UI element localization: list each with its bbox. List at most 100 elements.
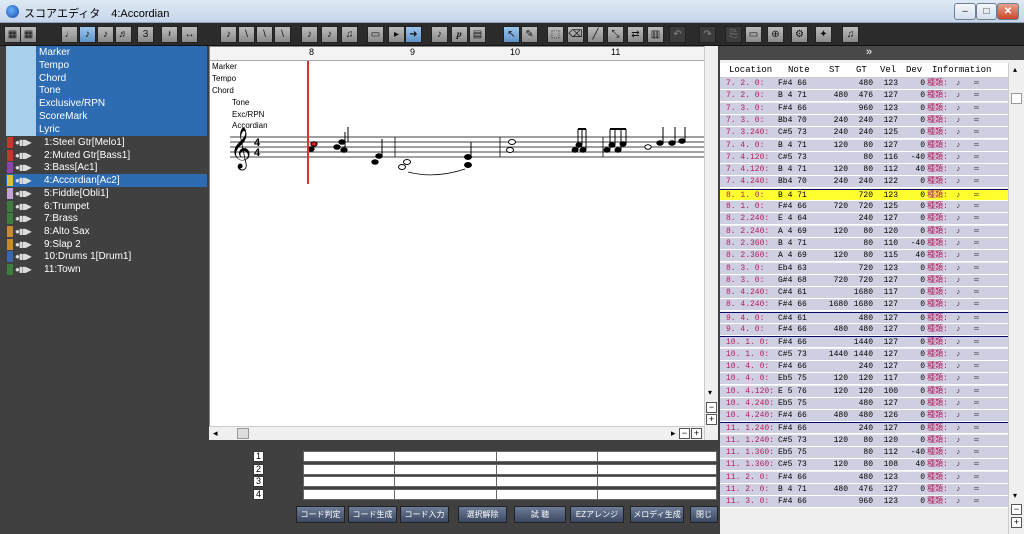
track-row[interactable]: ●▮▮▶ 8:Alto Sax — [6, 225, 207, 238]
minimize-button[interactable]: – — [954, 3, 976, 20]
maximize-button[interactable]: □ — [976, 3, 997, 20]
chord-input-row[interactable] — [303, 476, 717, 487]
zoom-in-button[interactable]: + — [706, 414, 717, 425]
track-row[interactable]: ●▮▮▶ 1:Steel Gtr[Melo1] — [6, 136, 207, 149]
settings-tool-button[interactable]: ⚙ — [791, 26, 808, 43]
note-tool-button[interactable]: ♪ — [301, 26, 318, 43]
track-row[interactable]: ●▮▮▶ 5:Fiddle[Obli1] — [6, 187, 207, 200]
note-entry-tool-button[interactable]: ♪ — [220, 26, 237, 43]
list-scroll-down-icon[interactable]: ▾ — [1013, 491, 1017, 500]
system-row-chord[interactable]: Chord — [6, 71, 207, 85]
event-row[interactable]: 7. 3. 0: Bb4 70 240 240 127 0 種類: ♪ ═ — [720, 114, 1008, 127]
track-mute-solo-icon[interactable]: ●▮▮▶ — [15, 136, 32, 149]
arrow-tool-button[interactable]: ➜ — [405, 26, 422, 43]
h-zoom-in-button[interactable]: + — [691, 428, 702, 439]
event-row[interactable]: 8. 4.240: C#4 61 1680 117 0 種類: ♪ ═ — [720, 287, 1008, 300]
col-vel[interactable]: Vel — [880, 63, 896, 78]
event-list[interactable]: 7. 2. 0: F#4 66 480 123 0 種類: ♪ ═ 7. 2. 0: B 4 71… — [720, 78, 1008, 534]
grid-tool-button[interactable]: ▦ — [20, 26, 37, 43]
playback-cursor[interactable] — [307, 61, 309, 184]
snap-tool-button[interactable]: ⤡ — [607, 26, 624, 43]
event-row[interactable]: 8. 2.240: E 4 64 240 127 0 種類: ♪ ═ — [720, 213, 1008, 226]
copy-tool-button[interactable]: ⎘ — [725, 26, 742, 43]
horizontal-scroll-thumb[interactable] — [237, 428, 249, 439]
arrow-box-tool-button[interactable]: ▸ — [388, 26, 405, 43]
track-row[interactable]: ●▮▮▶ 7:Brass — [6, 212, 207, 225]
h-zoom-out-button[interactable]: − — [679, 428, 690, 439]
box-tool-button[interactable]: ▭ — [367, 26, 384, 43]
list-zoom-in-button[interactable]: + — [1011, 517, 1022, 528]
event-row[interactable]: 11. 1.240: C#5 73 120 80 120 0 種類: ♪ ═ — [720, 434, 1008, 447]
track-mute-solo-icon[interactable]: ●▮▮▶ — [15, 263, 32, 276]
chord-input-row[interactable] — [303, 488, 717, 500]
list-zoom-out-button[interactable]: − — [1011, 504, 1022, 515]
event-row[interactable]: 10. 4.240: Eb5 75 480 127 0 種類: ♪ ═ — [720, 397, 1008, 410]
event-row[interactable]: 11. 1.240: F#4 66 240 127 0 種類: ♪ ═ — [720, 422, 1008, 435]
event-row[interactable]: 9. 4. 0: F#4 66 480 480 127 0 種類: ♪ ═ — [720, 324, 1008, 336]
event-row[interactable]: 7. 4.120: B 4 71 120 80 112 40 種類: ♪ ═ — [720, 164, 1008, 177]
undo-tool-button[interactable]: ↶ — [669, 26, 686, 43]
track-row[interactable]: ●▮▮▶ 9:Slap 2 — [6, 238, 207, 251]
event-row[interactable]: 10. 4.120: E 5 76 120 120 100 0 種類: ♪ ═ — [720, 385, 1008, 398]
system-row-lyric[interactable]: Lyric — [6, 122, 207, 136]
event-row[interactable]: 8. 1. 0: B 4 71 720 123 0 種類: ♪ ═ — [720, 188, 1008, 201]
event-row[interactable]: 11. 3. 0: F#4 66 960 123 0 種類: ♪ ═ — [720, 496, 1008, 509]
event-row[interactable]: 8. 2.360: B 4 71 80 110 -40 種類: ♪ ═ — [720, 237, 1008, 250]
redo-tool-button[interactable]: ↷ — [699, 26, 716, 43]
track-mute-solo-icon[interactable]: ●▮▮▶ — [15, 161, 32, 174]
track-row[interactable]: ●▮▮▶ 6:Trumpet — [6, 200, 207, 213]
track-mute-solo-icon[interactable]: ●▮▮▶ — [15, 200, 32, 213]
chord-action-button-8[interactable]: 閉じ — [690, 506, 718, 523]
grid-tool-button[interactable]: ▦ — [4, 26, 21, 43]
sixteenth-note-tool-button[interactable]: ♬ — [115, 26, 132, 43]
chord-action-button-3[interactable]: コード入力 — [400, 506, 449, 523]
chord-input-row[interactable] — [303, 451, 717, 462]
event-row[interactable]: 7. 4.240: Bb4 70 240 240 122 0 種類: ♪ ═ — [720, 176, 1008, 189]
eighth-note-tool-button[interactable]: ♪ — [79, 26, 96, 43]
event-row[interactable]: 7. 2. 0: B 4 71 480 476 127 0 種類: ♪ ═ — [720, 90, 1008, 103]
pen-tool-button[interactable]: ╱ — [587, 26, 604, 43]
track-mute-solo-icon[interactable]: ●▮▮▶ — [15, 149, 32, 162]
tools-tool-button[interactable]: ✦ — [815, 26, 832, 43]
event-row[interactable]: 8. 2.240: A 4 69 120 80 120 0 種類: ♪ ═ — [720, 225, 1008, 238]
event-row[interactable]: 11. 1.360: C#5 73 120 80 108 40 種類: ♪ ═ — [720, 459, 1008, 472]
track-row[interactable]: ●▮▮▶ 10:Drums 1[Drum1] — [6, 250, 207, 263]
event-list-scrollbar[interactable]: ▴ ▾ − + — [1008, 63, 1024, 534]
rest-tool-button[interactable]: 𝄽 — [161, 26, 178, 43]
system-row-tempo[interactable]: Tempo — [6, 58, 207, 72]
sound-tool-button[interactable]: ♫ — [842, 26, 859, 43]
page-tool-button[interactable]: ▤ — [469, 26, 486, 43]
event-row[interactable]: 11. 2. 0: B 4 71 480 476 127 0 種類: ♪ ═ — [720, 483, 1008, 496]
track-mute-solo-icon[interactable]: ●▮▮▶ — [15, 187, 32, 200]
score-tool-button[interactable]: ♪ — [431, 26, 448, 43]
event-row[interactable]: 10. 1. 0: C#5 73 1440 1440 127 0 種類: ♪ ═ — [720, 348, 1008, 361]
chord-action-button-5[interactable]: 試 聴 — [514, 506, 566, 523]
eraser-tool-button[interactable]: ⌫ — [567, 26, 584, 43]
list-scroll-thumb[interactable] — [1011, 93, 1022, 104]
event-row[interactable]: 8. 2.360: A 4 69 120 80 115 40 種類: ♪ ═ — [720, 250, 1008, 263]
zoom-out-button[interactable]: − — [706, 402, 717, 413]
track-mute-solo-icon[interactable]: ●▮▮▶ — [15, 238, 32, 251]
event-row[interactable]: 7. 3.240: C#5 73 240 240 125 0 種類: ♪ ═ — [720, 127, 1008, 140]
piano-tool-button[interactable]: 𝆏 — [451, 26, 468, 43]
close-button[interactable]: ✕ — [997, 3, 1019, 20]
col-location[interactable]: Location — [729, 63, 772, 78]
select-tool-button[interactable]: ⬚ — [547, 26, 564, 43]
zoom-tool-button[interactable]: ⊕ — [767, 26, 784, 43]
event-row[interactable]: 7. 2. 0: F#4 66 480 123 0 種類: ♪ ═ — [720, 78, 1008, 90]
event-row[interactable]: 8. 3. 0: Eb4 63 720 123 0 種類: ♪ ═ — [720, 262, 1008, 275]
event-row[interactable]: 11. 2. 0: F#4 66 480 123 0 種類: ♪ ═ — [720, 471, 1008, 484]
col-gt[interactable]: GT — [856, 63, 867, 78]
col-dev[interactable]: Dev — [906, 63, 922, 78]
event-row[interactable]: 10. 4. 0: Eb5 75 120 120 117 0 種類: ♪ ═ — [720, 373, 1008, 386]
col-st[interactable]: ST — [829, 63, 840, 78]
expand-icon[interactable]: » — [866, 46, 872, 59]
chord-action-button-6[interactable]: EZアレンジ — [570, 506, 624, 523]
event-row[interactable]: 11. 1.360: Eb5 75 80 112 -40 種類: ♪ ═ — [720, 447, 1008, 459]
system-row-scoremark[interactable]: ScoreMark — [6, 110, 207, 123]
pencil-tool-button[interactable]: ✎ — [521, 26, 538, 43]
track-mute-solo-icon[interactable]: ●▮▮▶ — [15, 250, 32, 263]
scroll-right-arrow-icon[interactable]: ▸ — [671, 428, 676, 439]
chord-input-row[interactable] — [303, 463, 717, 475]
score-horizontal-scrollbar[interactable]: ◂ ▸ − + — [209, 426, 704, 440]
